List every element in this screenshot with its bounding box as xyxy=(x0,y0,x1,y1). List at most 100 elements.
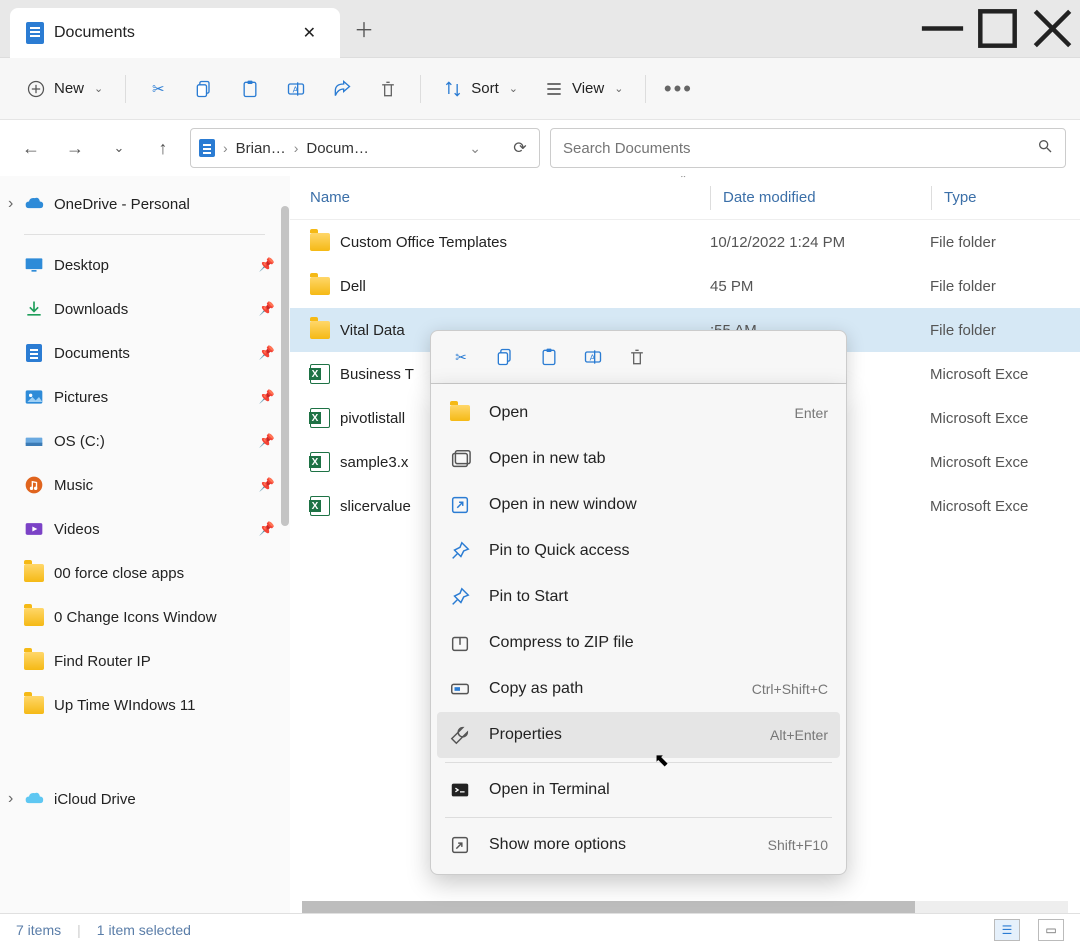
sidebar-item[interactable]: 00 force close apps xyxy=(0,551,289,595)
view-label: View xyxy=(572,80,604,97)
copy-icon xyxy=(194,79,214,99)
close-window-button[interactable] xyxy=(1025,0,1080,57)
sidebar-item[interactable]: OneDrive - Personal xyxy=(0,182,289,226)
sidebar-item-label: OneDrive - Personal xyxy=(54,196,190,213)
details-view-button[interactable]: ☰ xyxy=(994,919,1020,941)
status-selection: 1 item selected xyxy=(97,922,191,938)
context-menu-item[interactable]: Open in Terminal xyxy=(431,767,846,813)
context-menu-item[interactable]: Show more optionsShift+F10 xyxy=(431,822,846,868)
file-row[interactable]: Dell45 PMFile folder xyxy=(290,264,1080,308)
context-menu-item[interactable]: Properties Alt+Enter xyxy=(437,712,840,758)
up-button[interactable]: ↑ xyxy=(146,131,180,165)
more-button[interactable]: ••• xyxy=(656,70,700,108)
view-button[interactable]: View ⌄ xyxy=(532,70,635,108)
paste-button[interactable] xyxy=(228,70,272,108)
folder-icon xyxy=(24,607,44,627)
chevron-down-icon[interactable]: ⌄ xyxy=(469,140,481,157)
trash-icon[interactable] xyxy=(627,347,647,367)
context-menu-label: Pin to Quick access xyxy=(489,542,828,560)
context-menu-label: Open in new window xyxy=(489,496,828,514)
column-name[interactable]: Name xyxy=(310,189,710,206)
scissors-icon[interactable]: ✂ xyxy=(451,347,471,367)
sidebar-item[interactable]: Up Time WIndows 11 xyxy=(0,683,289,727)
file-name: pivotlistall xyxy=(340,410,405,427)
cut-button[interactable]: ✂ xyxy=(136,70,180,108)
folder-icon xyxy=(24,695,44,715)
context-menu-item[interactable]: Compress to ZIP file xyxy=(431,620,846,666)
context-menu-shortcut: Alt+Enter xyxy=(770,727,828,743)
sidebar-item[interactable]: iCloud Drive xyxy=(0,777,289,821)
sidebar-item[interactable]: Find Router IP xyxy=(0,639,289,683)
window-tab[interactable]: Documents ✕ xyxy=(10,8,340,58)
context-menu-label: Pin to Start xyxy=(489,588,828,606)
pin-icon: 📌 xyxy=(259,389,275,405)
refresh-button[interactable]: ⟳ xyxy=(509,137,531,159)
context-menu-item[interactable]: OpenEnter xyxy=(431,390,846,436)
titlebar: Documents ✕ ＋ xyxy=(0,0,1080,58)
file-row[interactable]: Custom Office Templates10/12/2022 1:24 P… xyxy=(290,220,1080,264)
horizontal-scrollbar[interactable] xyxy=(302,901,1068,913)
sidebar-item[interactable]: 0 Change Icons Window xyxy=(0,595,289,639)
pin-icon: 📌 xyxy=(259,477,275,493)
search-box[interactable] xyxy=(550,128,1066,168)
sidebar[interactable]: OneDrive - Personal Desktop📌Downloads📌Doc… xyxy=(0,176,290,913)
forward-button[interactable]: → xyxy=(58,131,92,165)
toolbar: New ⌄ ✂ A Sort ⌄ View ⌄ ••• xyxy=(0,58,1080,120)
sort-icon xyxy=(443,79,463,99)
file-date: 10/12/2022 1:24 PM xyxy=(710,234,930,251)
paste-icon[interactable] xyxy=(539,347,559,367)
breadcrumb-seg[interactable]: Brian… xyxy=(236,140,286,157)
column-date[interactable]: Date modified xyxy=(711,189,931,206)
context-mini-toolbar: ✂ A xyxy=(430,330,847,384)
list-icon xyxy=(544,79,564,99)
context-menu-item[interactable]: Copy as pathCtrl+Shift+C xyxy=(431,666,846,712)
sidebar-item-label: Music xyxy=(54,477,93,494)
context-menu-label: Properties xyxy=(489,726,752,744)
rename-icon[interactable]: A xyxy=(583,347,603,367)
context-menu-item[interactable]: Open in new tab xyxy=(431,436,846,482)
context-menu-item[interactable]: Pin to Start xyxy=(431,574,846,620)
tab-title: Documents xyxy=(54,24,285,42)
context-menu-item[interactable]: Pin to Quick access xyxy=(431,528,846,574)
tab-close-button[interactable]: ✕ xyxy=(295,19,324,47)
rename-button[interactable]: A xyxy=(274,70,318,108)
maximize-button[interactable] xyxy=(970,0,1025,57)
search-input[interactable] xyxy=(563,140,1029,157)
breadcrumb-seg[interactable]: Docum… xyxy=(306,140,369,157)
context-menu-shortcut: Ctrl+Shift+C xyxy=(752,681,828,697)
context-menu-item[interactable]: Open in new window xyxy=(431,482,846,528)
sidebar-item[interactable]: OS (C:)📌 xyxy=(0,419,289,463)
trash-icon xyxy=(378,79,398,99)
copy-button[interactable] xyxy=(182,70,226,108)
sidebar-item-label: 00 force close apps xyxy=(54,565,184,582)
chevron-down-icon: ⌄ xyxy=(614,82,623,95)
share-button[interactable] xyxy=(320,70,364,108)
sidebar-item[interactable]: Videos📌 xyxy=(0,507,289,551)
new-tab-button[interactable]: ＋ xyxy=(340,0,388,57)
sidebar-item[interactable]: Downloads📌 xyxy=(0,287,289,331)
copy-icon[interactable] xyxy=(495,347,515,367)
pin-icon: 📌 xyxy=(259,257,275,273)
sort-button[interactable]: Sort ⌄ xyxy=(431,70,530,108)
context-menu-label: Open in new tab xyxy=(489,450,828,468)
address-bar[interactable]: › Brian… › Docum… ⌄ ⟳ xyxy=(190,128,540,168)
file-type: Microsoft Exce xyxy=(930,498,1060,515)
wrench-icon xyxy=(449,724,471,746)
delete-button[interactable] xyxy=(366,70,410,108)
more-icon xyxy=(449,834,471,856)
new-button[interactable]: New ⌄ xyxy=(14,70,115,108)
sidebar-item[interactable]: Desktop📌 xyxy=(0,243,289,287)
column-type[interactable]: Type xyxy=(932,189,1060,206)
sidebar-item-label: Find Router IP xyxy=(54,653,151,670)
minimize-button[interactable] xyxy=(915,0,970,57)
back-button[interactable]: ← xyxy=(14,131,48,165)
icons-view-button[interactable]: ▭ xyxy=(1038,919,1064,941)
sidebar-item[interactable]: Music 📌 xyxy=(0,463,289,507)
sidebar-item[interactable]: Pictures📌 xyxy=(0,375,289,419)
terminal-icon xyxy=(449,779,471,801)
file-name: Vital Data xyxy=(340,322,405,339)
recent-button[interactable]: ⌄ xyxy=(102,131,136,165)
sidebar-scrollbar[interactable] xyxy=(281,206,289,526)
status-bar: 7 items | 1 item selected ☰ ▭ xyxy=(0,913,1080,945)
sidebar-item[interactable]: Documents📌 xyxy=(0,331,289,375)
